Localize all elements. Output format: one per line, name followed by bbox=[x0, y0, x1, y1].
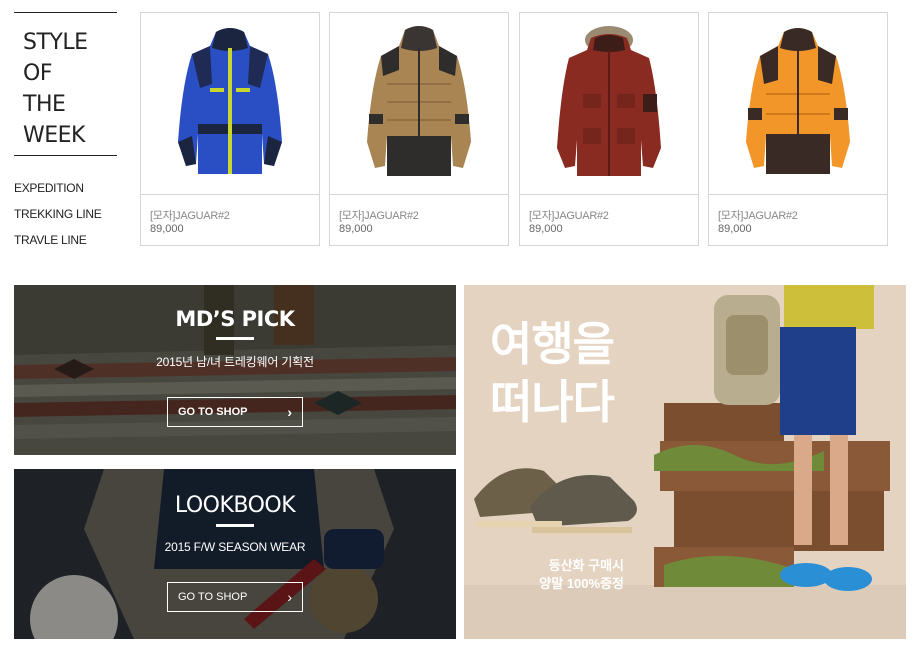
travel-banner[interactable]: 여행을 떠나다 등산화 구매시 양말 100%증정 bbox=[464, 285, 906, 639]
product-grid: [모자]JAGUAR#2 89,000 [모자]JAGUAR#2 89,000 bbox=[140, 12, 888, 246]
title-underline bbox=[216, 524, 254, 527]
promo-line: 양말 100%증정 bbox=[539, 576, 624, 591]
product-name[interactable]: [모자]JAGUAR#2 bbox=[339, 207, 419, 223]
travel-title-line: 떠나다 bbox=[490, 375, 615, 429]
link-trekking-line[interactable]: TREKKING LINE bbox=[14, 201, 117, 227]
product-price: 89,000 bbox=[718, 223, 752, 235]
product-card[interactable]: [모자]JAGUAR#2 89,000 bbox=[140, 12, 320, 246]
chevron-right-icon: › bbox=[287, 404, 292, 420]
banner-subtitle: 2015 F/W SEASON WEAR bbox=[164, 540, 306, 554]
link-travle-line[interactable]: TRAVLE LINE bbox=[14, 227, 117, 253]
jacket-image bbox=[746, 27, 850, 174]
product-image[interactable] bbox=[141, 13, 319, 195]
promo-line: 등산화 구매시 bbox=[548, 558, 624, 573]
chevron-right-icon: › bbox=[287, 589, 292, 605]
banner-subtitle: 2015년 남/녀 트레킹웨어 기획전 bbox=[156, 355, 314, 369]
banner-title: LOOKBOOK bbox=[174, 493, 296, 518]
link-expedition[interactable]: EXPEDITION bbox=[14, 175, 117, 201]
product-price: 89,000 bbox=[529, 223, 563, 235]
sotw-title-box: STYLE OF THE WEEK bbox=[14, 12, 117, 156]
sotw-links: EXPEDITION TREKKING LINE TRAVLE LINE bbox=[14, 175, 117, 253]
go-to-shop-button[interactable]: GO TO SHOP › bbox=[167, 582, 303, 612]
go-to-shop-button[interactable]: GO TO SHOP › bbox=[167, 397, 303, 427]
lookbook-banner[interactable]: LOOKBOOK 2015 F/W SEASON WEAR GO TO SHOP… bbox=[14, 469, 456, 639]
product-image[interactable] bbox=[330, 13, 508, 195]
travel-promo: 등산화 구매시 양말 100%증정 bbox=[504, 557, 624, 593]
travel-title-line: 여행을 bbox=[490, 317, 615, 371]
jacket-image bbox=[557, 25, 661, 176]
sotw-title-line: OF bbox=[23, 61, 52, 86]
product-name[interactable]: [모자]JAGUAR#2 bbox=[150, 207, 230, 223]
style-of-the-week: STYLE OF THE WEEK EXPEDITION TREKKING LI… bbox=[14, 12, 117, 253]
product-price: 89,000 bbox=[150, 223, 184, 235]
travel-title: 여행을 떠나다 bbox=[490, 315, 615, 431]
button-label: GO TO SHOP bbox=[178, 406, 248, 418]
product-card[interactable]: [모자]JAGUAR#2 89,000 bbox=[329, 12, 509, 246]
product-image[interactable] bbox=[520, 13, 698, 195]
mds-pick-banner[interactable]: MD’S PICK 2015년 남/녀 트레킹웨어 기획전 GO TO SHOP… bbox=[14, 285, 456, 455]
sotw-title-line: WEEK bbox=[23, 123, 85, 148]
mds-pick-text: MD’S PICK 2015년 남/녀 트레킹웨어 기획전 bbox=[14, 307, 456, 370]
product-image[interactable] bbox=[709, 13, 887, 195]
lookbook-text: LOOKBOOK 2015 F/W SEASON WEAR bbox=[14, 493, 456, 554]
banner-title: MD’S PICK bbox=[175, 307, 295, 331]
product-price: 89,000 bbox=[339, 223, 373, 235]
button-label: GO TO SHOP bbox=[178, 591, 248, 603]
title-underline bbox=[216, 337, 254, 340]
sotw-title-line: THE bbox=[23, 92, 66, 117]
product-name[interactable]: [모자]JAGUAR#2 bbox=[529, 207, 609, 223]
jacket-image bbox=[367, 25, 471, 176]
jacket-image bbox=[178, 27, 282, 174]
product-card[interactable]: [모자]JAGUAR#2 89,000 bbox=[708, 12, 888, 246]
product-card[interactable]: [모자]JAGUAR#2 89,000 bbox=[519, 12, 699, 246]
sotw-title-line: STYLE bbox=[23, 30, 88, 55]
product-name[interactable]: [모자]JAGUAR#2 bbox=[718, 207, 798, 223]
